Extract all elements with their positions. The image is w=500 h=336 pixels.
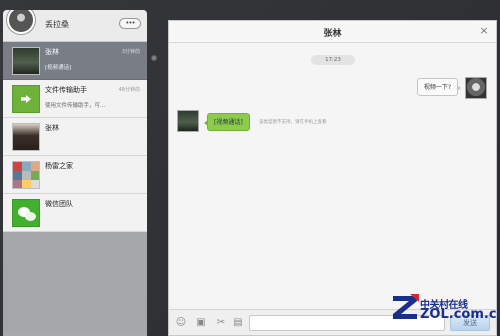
outgoing-message: 视频一下? bbox=[416, 78, 462, 96]
chat-list-item[interactable]: 杨雷之家 bbox=[3, 156, 147, 194]
person-avatar bbox=[12, 123, 40, 151]
emoji-icon[interactable]: ☺ bbox=[175, 317, 187, 329]
chat-title: 张林 bbox=[323, 29, 342, 39]
video-avatar bbox=[12, 47, 40, 75]
chat-item-time: 3分钟前 bbox=[121, 49, 140, 55]
chat-list-item[interactable]: 张林 3分钟前 [视频通话] bbox=[3, 42, 147, 80]
site-watermark: 中关村在线 ZOL.com.cn bbox=[390, 290, 500, 330]
user-name: 丢拉桑 bbox=[45, 20, 69, 29]
brand-name-en: ZOL.com.cn bbox=[420, 307, 500, 322]
file-icon[interactable]: ▤ bbox=[232, 317, 244, 329]
contact-avatar[interactable] bbox=[177, 110, 199, 132]
panel-connector-dot bbox=[151, 55, 157, 61]
chat-item-preview: 使用文件传输助手，可... bbox=[45, 103, 106, 109]
list-empty-area bbox=[3, 232, 147, 332]
image-icon[interactable]: ▣ bbox=[195, 317, 207, 329]
group-avatar bbox=[12, 161, 40, 189]
profile-header: 丢拉桑 ••• bbox=[3, 10, 147, 42]
chat-list-item[interactable]: 张林 bbox=[3, 118, 147, 156]
chat-item-title: 文件传输助手 bbox=[45, 86, 87, 94]
chat-item-title: 张林 bbox=[45, 124, 59, 132]
chat-item-title: 杨雷之家 bbox=[45, 162, 73, 170]
wechat-icon bbox=[12, 199, 40, 227]
incoming-message: [视频通话] bbox=[204, 113, 250, 131]
close-icon[interactable]: × bbox=[478, 25, 490, 37]
user-avatar[interactable] bbox=[7, 10, 35, 34]
zol-logo bbox=[393, 294, 419, 319]
scissors-icon[interactable]: ✂ bbox=[215, 317, 227, 329]
message-timestamp: 17:23 bbox=[311, 55, 355, 65]
chat-item-time: 48分钟前 bbox=[118, 87, 140, 93]
contact-panel: 丢拉桑 ••• 张林 3分钟前 [视频通话] 文件传输助手 48分钟前 使用文件… bbox=[3, 10, 147, 336]
file-transfer-icon bbox=[12, 85, 40, 113]
chat-item-title: 微信团队 bbox=[45, 200, 73, 208]
chat-list-item[interactable]: 文件传输助手 48分钟前 使用文件传输助手，可... bbox=[3, 80, 147, 118]
my-avatar[interactable] bbox=[465, 77, 487, 99]
more-menu-button[interactable]: ••• bbox=[119, 18, 141, 29]
chat-window: 张林 × 17:23 视频一下? [视频通话] 该类型暂不支持，请在手机上查看 … bbox=[168, 20, 497, 336]
unsupported-notice: 该类型暂不支持，请在手机上查看 bbox=[259, 120, 327, 125]
chat-list: 张林 3分钟前 [视频通话] 文件传输助手 48分钟前 使用文件传输助手，可..… bbox=[3, 42, 147, 232]
chat-item-preview: [视频通话] bbox=[45, 65, 72, 71]
chat-list-item[interactable]: 微信团队 bbox=[3, 194, 147, 232]
chat-item-title: 张林 bbox=[45, 48, 59, 56]
chat-header: 张林 × bbox=[169, 21, 496, 43]
